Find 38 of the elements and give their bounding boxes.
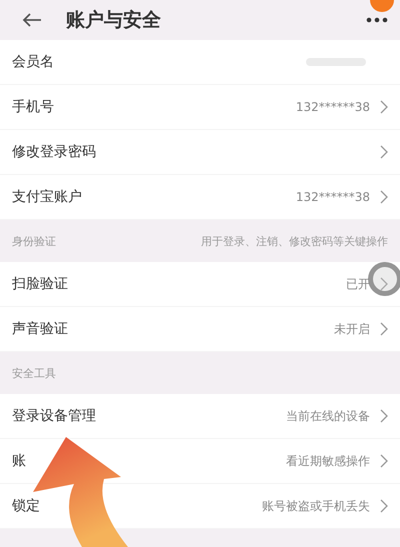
page-title: 账户与安全 bbox=[66, 8, 162, 33]
row-label: 声音验证 bbox=[12, 320, 68, 338]
chevron-icon bbox=[380, 454, 388, 468]
chevron-icon bbox=[380, 322, 388, 336]
chevron-icon bbox=[380, 100, 388, 114]
settings-row[interactable]: 扫脸验证 已开 bbox=[0, 262, 400, 307]
row-value: 未开启 bbox=[334, 320, 370, 338]
row-label: 账 bbox=[12, 452, 26, 470]
back-icon[interactable] bbox=[22, 12, 42, 28]
row-value: 账号被盗或手机丢失 bbox=[262, 498, 370, 514]
row-label: 扫脸验证 bbox=[12, 275, 68, 293]
settings-row[interactable]: 手机号 132******38 bbox=[0, 85, 400, 130]
section-title: 身份验证 bbox=[12, 234, 56, 248]
row-value: 132******38 bbox=[296, 100, 370, 114]
row-value: 看近期敏感操作 bbox=[286, 452, 370, 470]
row-label: 会员名 bbox=[12, 53, 54, 71]
settings-row[interactable]: 支付宝账户 132******38 bbox=[0, 175, 400, 220]
more-icon[interactable] bbox=[366, 17, 388, 23]
settings-row[interactable]: 登录设备管理 当前在线的设备 bbox=[0, 394, 400, 439]
settings-row[interactable]: 会员名 bbox=[0, 40, 400, 85]
row-value: 已开 bbox=[346, 276, 370, 292]
row-value: 132******38 bbox=[296, 190, 370, 204]
section-title: 安全工具 bbox=[12, 366, 56, 380]
row-value: 当前在线的设备 bbox=[286, 408, 370, 424]
chevron-icon bbox=[380, 409, 388, 423]
chevron-icon bbox=[380, 145, 388, 159]
row-label: 锁定 bbox=[12, 497, 40, 515]
touch-indicator bbox=[368, 262, 400, 296]
settings-row[interactable]: 声音验证 未开启 bbox=[0, 307, 400, 352]
row-label: 登录设备管理 bbox=[12, 407, 96, 425]
chevron-icon bbox=[380, 190, 388, 204]
chevron-icon bbox=[380, 277, 388, 291]
chevron-icon bbox=[380, 499, 388, 513]
row-label: 支付宝账户 bbox=[12, 188, 82, 206]
row-label: 手机号 bbox=[12, 98, 54, 116]
row-label: 修改登录密码 bbox=[12, 143, 96, 161]
section-note: 用于登录、注销、修改密码等关键操作 bbox=[201, 234, 388, 248]
settings-row[interactable]: 修改登录密码 bbox=[0, 130, 400, 175]
